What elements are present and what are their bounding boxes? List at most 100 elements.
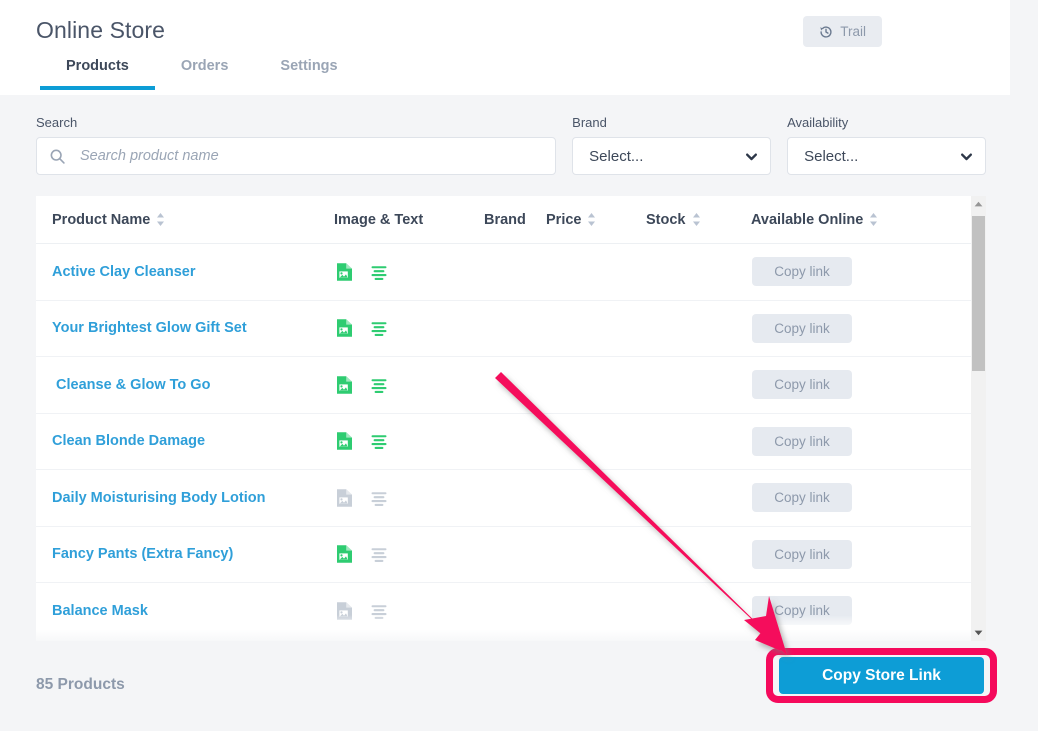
cell-price — [546, 639, 646, 641]
text-status-icon[interactable] — [370, 262, 389, 282]
table-row: Daily Moisturising Body Lotion Copy link — [36, 469, 971, 527]
tab-settings[interactable]: Settings — [254, 58, 363, 90]
cell-brand — [484, 526, 546, 583]
image-status-icon[interactable] — [335, 601, 354, 621]
product-name-link[interactable]: Cleanse & Glow To Go — [52, 377, 210, 393]
col-product-name-label: Product Name — [52, 211, 151, 228]
scrollbar-down-button[interactable] — [971, 625, 986, 641]
cell-stock — [646, 526, 751, 583]
product-name-link[interactable]: Active Clay Cleanser — [52, 264, 195, 280]
scrollbar-thumb[interactable] — [972, 216, 985, 371]
product-name-link[interactable]: Daily Moisturising Body Lotion — [52, 490, 265, 506]
col-available-online[interactable]: Available Online — [751, 196, 971, 244]
image-status-icon[interactable] — [335, 431, 354, 451]
table-scrollbar[interactable] — [971, 196, 986, 641]
app-header: Online Store Trail Products Orders Setti… — [0, 0, 1010, 95]
scrollbar-up-button[interactable] — [971, 196, 986, 212]
cell-available-online: Copy link — [751, 469, 971, 527]
cell-available-online: Copy link — [751, 582, 971, 640]
col-brand: Brand — [484, 196, 546, 244]
availability-filter-group: Availability Select... — [787, 115, 987, 175]
availability-label: Availability — [787, 115, 849, 130]
col-price-label: Price — [546, 211, 582, 228]
cell-price — [546, 413, 646, 470]
text-status-icon[interactable] — [370, 544, 389, 564]
table-row: Active Clay Cleanser Copy link — [36, 243, 971, 301]
content-area: Search Brand Select... — [0, 95, 1010, 731]
cell-product-name: Active Clay Cleanser — [36, 243, 334, 301]
copy-link-button[interactable]: Copy link — [752, 257, 852, 287]
history-rewind-icon — [819, 25, 833, 39]
cell-price — [546, 356, 646, 414]
page-title: Online Store — [36, 17, 166, 43]
sort-icon[interactable] — [156, 212, 165, 227]
search-box[interactable] — [36, 137, 557, 175]
image-status-icon[interactable] — [335, 262, 354, 282]
col-product-name[interactable]: Product Name — [36, 196, 334, 244]
product-name-link[interactable]: Balance Mask — [52, 603, 148, 619]
tab-orders[interactable]: Orders — [155, 58, 255, 90]
cell-image-text — [334, 356, 484, 414]
cell-brand — [484, 582, 546, 640]
text-status-icon[interactable] — [370, 318, 389, 338]
product-name-link[interactable]: Fancy Pants (Extra Fancy) — [52, 546, 233, 562]
triangle-up-icon — [974, 201, 983, 207]
cell-brand — [484, 243, 546, 301]
col-image-text: Image & Text — [334, 196, 484, 244]
availability-select-value: Select... — [804, 147, 859, 165]
cell-product-name: Clean Blonde Damage — [36, 413, 334, 470]
copy-link-button[interactable]: Copy link — [752, 370, 852, 400]
cell-stock — [646, 243, 751, 301]
copy-store-link-button[interactable]: Copy Store Link — [779, 657, 984, 694]
brand-select[interactable]: Select... — [572, 137, 772, 175]
cell-image-text — [334, 639, 484, 641]
search-input[interactable] — [66, 137, 556, 175]
product-name-link[interactable]: Clean Blonde Damage — [52, 433, 205, 449]
copy-link-button[interactable]: Copy link — [752, 596, 852, 626]
cell-stock — [646, 469, 751, 527]
cell-image-text — [334, 300, 484, 357]
image-status-icon[interactable] — [335, 318, 354, 338]
products-table: Product Name Image & Text Brand Price St… — [36, 196, 971, 641]
image-status-icon[interactable] — [335, 544, 354, 564]
availability-select[interactable]: Select... — [787, 137, 987, 175]
sort-icon[interactable] — [692, 212, 701, 227]
text-status-icon[interactable] — [370, 375, 389, 395]
image-status-icon[interactable] — [335, 375, 354, 395]
cell-stock — [646, 582, 751, 640]
cell-available-online: Copy link — [751, 300, 971, 357]
table-row: Clean Blonde Damage Copy link — [36, 413, 971, 470]
products-table-scroll[interactable]: Product Name Image & Text Brand Price St… — [36, 196, 971, 641]
cell-image-text — [334, 243, 484, 301]
sort-icon[interactable] — [587, 212, 596, 227]
cell-stock — [646, 356, 751, 414]
cell-available-online — [751, 639, 971, 641]
products-table-card: Product Name Image & Text Brand Price St… — [36, 196, 971, 641]
cell-product-name: Balance Mask — [36, 582, 334, 640]
cell-brand — [484, 413, 546, 470]
cell-stock — [646, 413, 751, 470]
cell-product-name: Your Brightest Glow Gift Set — [36, 300, 334, 357]
text-status-icon[interactable] — [370, 431, 389, 451]
trail-button[interactable]: Trail — [803, 16, 882, 47]
text-status-icon[interactable] — [370, 488, 389, 508]
cell-product-name — [36, 639, 334, 641]
copy-link-button[interactable]: Copy link — [752, 313, 852, 343]
sort-icon[interactable] — [869, 212, 878, 227]
col-available-online-label: Available Online — [751, 211, 864, 228]
col-price[interactable]: Price — [546, 196, 646, 244]
tab-products[interactable]: Products — [40, 58, 155, 90]
product-name-link[interactable]: Your Brightest Glow Gift Set — [52, 320, 247, 336]
filter-bar: Search Brand Select... — [36, 115, 987, 175]
products-table-head: Product Name Image & Text Brand Price St… — [36, 196, 971, 244]
text-status-icon[interactable] — [370, 601, 389, 621]
brand-label: Brand — [572, 115, 607, 130]
copy-link-button[interactable]: Copy link — [752, 539, 852, 569]
cell-price — [546, 300, 646, 357]
image-status-icon[interactable] — [335, 488, 354, 508]
copy-link-button[interactable]: Copy link — [752, 426, 852, 456]
col-stock[interactable]: Stock — [646, 196, 751, 244]
table-row: Cleanse & Glow To Go Copy link — [36, 356, 971, 414]
copy-link-button[interactable]: Copy link — [752, 483, 852, 513]
cell-available-online: Copy link — [751, 356, 971, 414]
